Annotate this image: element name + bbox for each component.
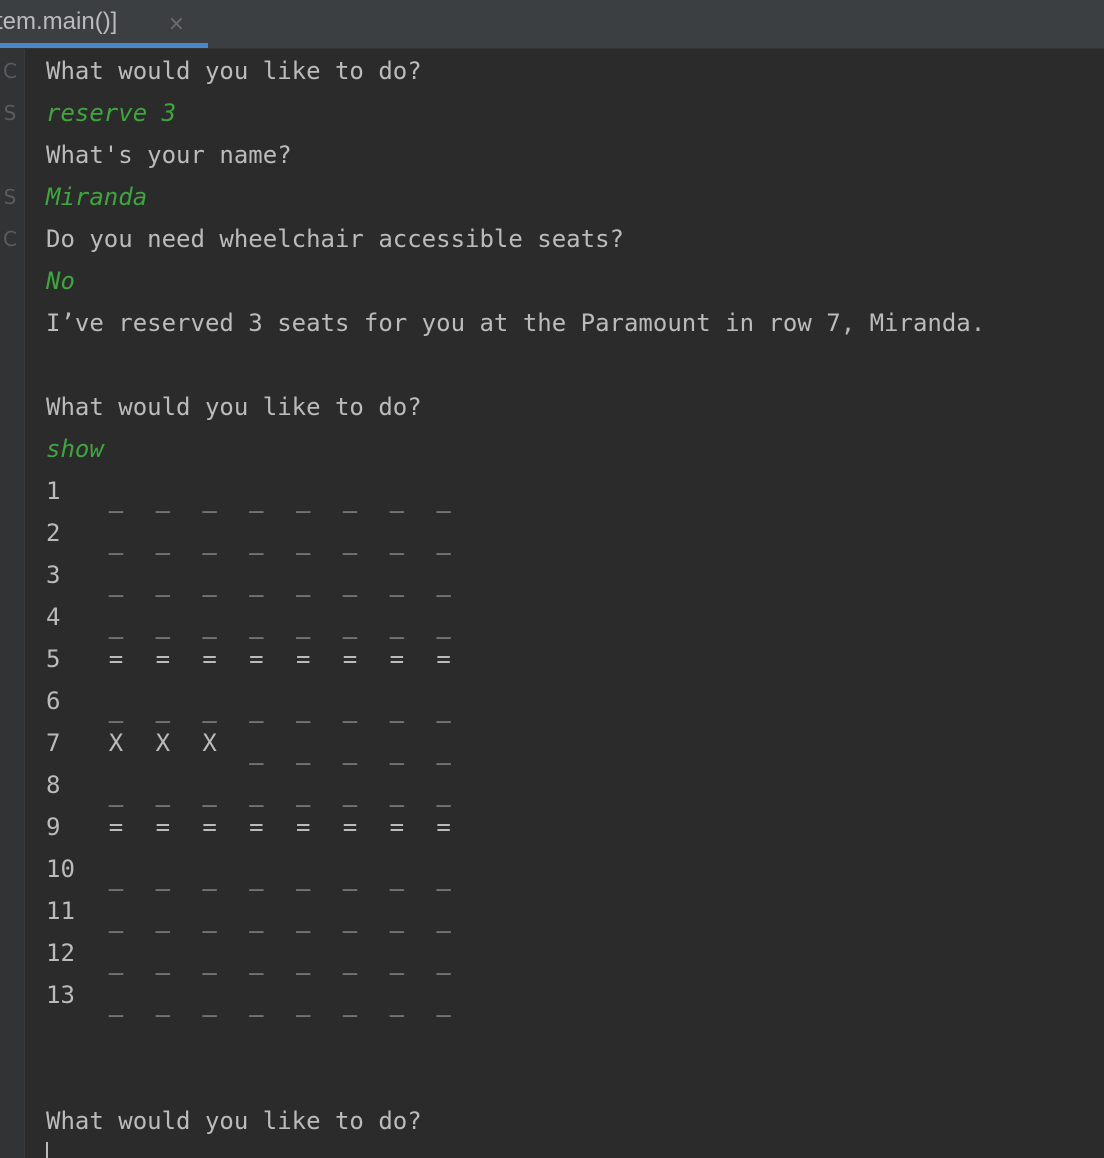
row-number: 13 (46, 981, 75, 1009)
seat-row: 11 _ _ _ _ _ _ _ _ (46, 890, 466, 933)
seat: _ (108, 989, 124, 1017)
gutter-mark: C (3, 59, 17, 83)
seat: = (295, 813, 311, 841)
user-input-line: No (46, 267, 75, 295)
row-number: 10 (46, 855, 75, 883)
seat-row: 10 _ _ _ _ _ _ _ _ (46, 848, 466, 891)
seat: = (295, 645, 311, 673)
seat: _ (436, 989, 451, 1017)
row-number: 5 (46, 645, 61, 673)
seat: = (108, 813, 124, 841)
console-gutter: C S S C (0, 49, 25, 1158)
seat: = (436, 813, 451, 841)
seat: = (342, 645, 358, 673)
text-cursor[interactable] (46, 1142, 48, 1158)
row-number: 8 (46, 771, 61, 799)
seat: = (436, 645, 451, 673)
user-input-line: reserve 3 (46, 99, 177, 127)
seat: _ (249, 989, 264, 1017)
seat-row: 5 = = = = = = = = (46, 638, 466, 680)
seat: _ (202, 989, 217, 1017)
seat-row: 6 _ _ _ _ _ _ _ _ (46, 680, 466, 723)
run-console-tab[interactable]: stem.main()] × (0, 0, 208, 48)
close-icon[interactable]: × (168, 11, 185, 35)
row-number: 11 (46, 897, 75, 925)
seat: = (155, 645, 171, 673)
active-tab-indicator (0, 43, 208, 48)
seat-row: 12 _ _ _ _ _ _ _ _ (46, 932, 466, 975)
console-output-line: What's your name? (46, 141, 292, 169)
gutter-mark: S (3, 185, 17, 209)
row-number: 1 (46, 477, 61, 505)
row-number: 6 (46, 687, 61, 715)
seat: _ (342, 989, 358, 1017)
row-number: 4 (46, 603, 61, 631)
console-output-line: What would you like to do? (46, 57, 422, 85)
gutter-mark: C (3, 227, 17, 251)
seat: _ (155, 989, 171, 1017)
tab-title[interactable]: stem.main()] (0, 8, 117, 36)
console-output-line: What would you like to do? (46, 393, 422, 421)
console-output-line: Do you need wheelchair accessible seats? (46, 225, 624, 253)
seat: = (389, 813, 405, 841)
seat: = (202, 813, 217, 841)
user-input-line: Miranda (46, 183, 148, 211)
seat-row: 1 _ _ _ _ _ _ _ _ (46, 470, 466, 513)
row-number: 12 (46, 939, 75, 967)
seat-row: 9 = = = = = = = = (46, 806, 466, 848)
console-output-line: I’ve reserved 3 seats for you at the Par… (46, 309, 986, 337)
editor-tab-bar: stem.main()] × (0, 0, 1104, 49)
seat-row: 8 _ _ _ _ _ _ _ _ (46, 764, 466, 807)
seat-row: 7 X X X _ _ _ _ _ (46, 722, 466, 765)
seat: = (342, 813, 358, 841)
final-prompt-line: What would you like to do? (46, 1107, 422, 1135)
row-number: 2 (46, 519, 61, 547)
row-number: 3 (46, 561, 61, 589)
seat: = (389, 645, 405, 673)
row-number: 7 (46, 729, 61, 757)
seat: X (108, 729, 124, 757)
seat: _ (389, 989, 405, 1017)
gutter-mark: S (3, 101, 17, 125)
seat-row: 4 _ _ _ _ _ _ _ _ (46, 596, 466, 639)
seat: X (155, 729, 171, 757)
seat: = (108, 645, 124, 673)
seat: = (202, 645, 217, 673)
seat: = (249, 813, 264, 841)
user-input-line: show (46, 435, 104, 463)
seat: = (249, 645, 264, 673)
row-number: 9 (46, 813, 61, 841)
seat-row: 2 _ _ _ _ _ _ _ _ (46, 512, 466, 555)
seat: = (155, 813, 171, 841)
seat-row: 3 _ _ _ _ _ _ _ _ (46, 554, 466, 597)
seat: X (202, 729, 217, 757)
seat-row: 13 _ _ _ _ _ _ _ _ (46, 974, 466, 1017)
seat: _ (295, 989, 311, 1017)
